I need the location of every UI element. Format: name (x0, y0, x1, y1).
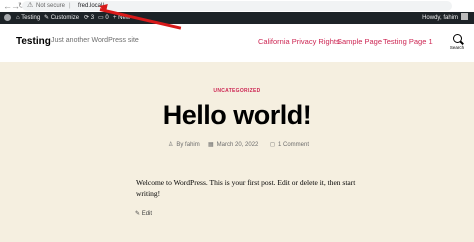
admin-customize[interactable]: ✎ Customize (44, 12, 79, 24)
menu-item-testing-page[interactable]: Testing Page 1 (383, 37, 433, 46)
post-date-label: March 20, 2022 (216, 142, 259, 148)
search-icon (452, 34, 462, 43)
post-title[interactable]: Hello world! (0, 100, 474, 131)
warning-icon[interactable]: ⚠ (27, 1, 33, 11)
wp-admin-bar: ⌂ Testing ✎ Customize ⟳ 3 ▭ 0 + New Howd… (0, 12, 474, 24)
post-author[interactable]: ♙ By fahim (168, 141, 200, 148)
avatar (461, 13, 468, 20)
post-category[interactable]: UNCATEGORIZED (0, 88, 474, 94)
howdy-label: Howdy, fahim (422, 15, 458, 21)
admin-customize-label: Customize (50, 15, 80, 21)
comment-icon: ◻ (270, 142, 275, 148)
site-tagline: Just another WordPress site (51, 37, 139, 44)
edit-label: Edit (141, 211, 153, 217)
admin-comments[interactable]: ▭ 0 (98, 12, 109, 24)
site-title[interactable]: Testing (16, 36, 51, 47)
user-icon: ♙ (168, 142, 174, 148)
post-date[interactable]: ▦ March 20, 2022 (208, 141, 258, 148)
site-header: Testing Just another WordPress site Cali… (0, 24, 474, 62)
post-author-label: By fahim (176, 142, 200, 148)
post-comments-label: 1 Comment (277, 142, 309, 148)
search-button[interactable]: Search (448, 32, 466, 50)
menu-item-sample-page[interactable]: Sample Page (337, 37, 382, 46)
post-content: Welcome to WordPress. This is your first… (136, 178, 356, 198)
edit-link[interactable]: ✎ Edit (135, 210, 152, 217)
pencil-icon: ✎ (135, 211, 141, 217)
admin-account[interactable]: Howdy, fahim (422, 12, 468, 24)
security-label[interactable]: Not secure (36, 1, 65, 11)
wordpress-logo-icon[interactable] (4, 12, 11, 24)
comments-count: 0 (105, 15, 109, 21)
calendar-icon: ▦ (208, 142, 214, 148)
post-comments[interactable]: ◻ 1 Comment (270, 141, 309, 148)
admin-site-name[interactable]: ⌂ Testing (16, 12, 40, 24)
menu-item-privacy[interactable]: California Privacy Rights (258, 37, 340, 46)
address-bar[interactable]: ⚠ Not secure | fred.local/ (22, 1, 452, 11)
post-area: UNCATEGORIZED Hello world! ♙ By fahim ▦ Ma… (0, 62, 474, 242)
admin-updates[interactable]: ⟳ 3 (84, 12, 94, 24)
updates-count: 3 (90, 15, 95, 21)
search-label: Search (449, 45, 465, 50)
admin-site-name-label: Testing (21, 15, 41, 21)
url-separator: | (69, 3, 71, 9)
